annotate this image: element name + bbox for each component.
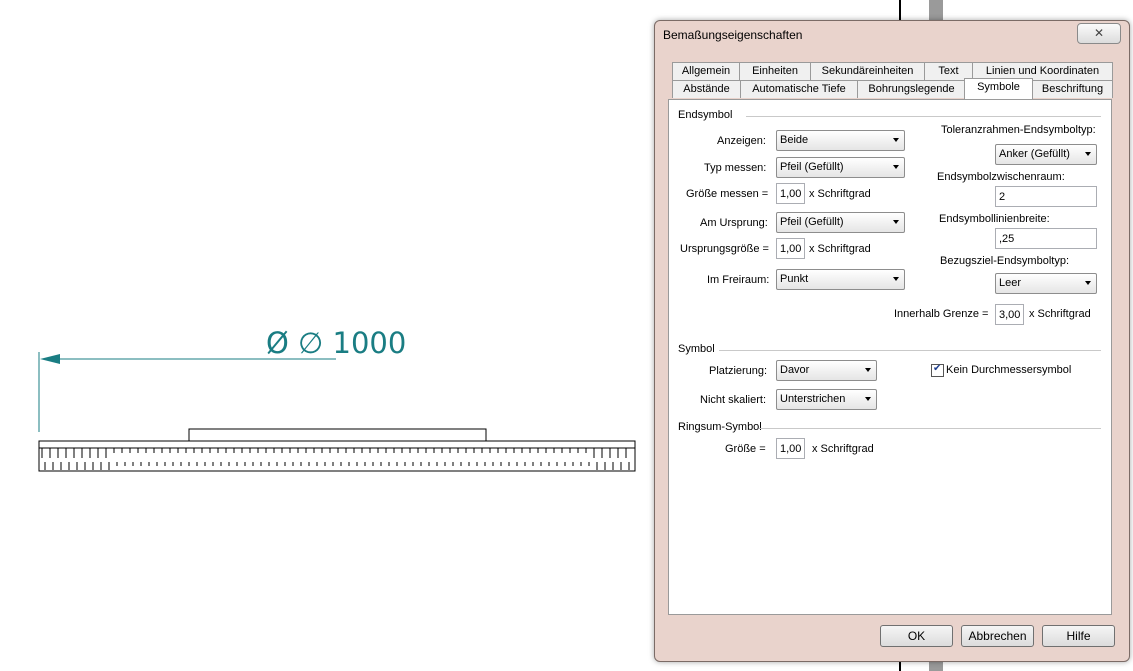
symbole-panel: Endsymbol Anzeigen: Beide Typ messen: Pf… xyxy=(668,99,1112,615)
innerhalb-grenze-value: 3,00 xyxy=(999,309,1021,321)
innerhalb-grenze-unit: x Schriftgrad xyxy=(1029,308,1091,320)
checkmark-icon: ✔ xyxy=(933,363,942,374)
tab-beschriftung[interactable]: Beschriftung xyxy=(1032,80,1113,98)
group-endsymbol-label: Endsymbol xyxy=(678,109,733,121)
tab-automatische-tiefe[interactable]: Automatische Tiefe xyxy=(740,80,858,98)
ursprungsgroesse-value: 1,00 xyxy=(780,243,802,255)
linienbreite-input[interactable]: ,25 xyxy=(995,228,1097,249)
toleranzrahmen-label: Toleranzrahmen-Endsymboltyp: xyxy=(941,124,1096,136)
anzeigen-value: Beide xyxy=(780,134,809,146)
toleranzrahmen-value: Anker (Gefüllt) xyxy=(999,148,1070,160)
group-symbol-label: Symbol xyxy=(678,343,715,355)
part-ticks xyxy=(41,448,630,470)
dialog-title: Bemaßungseigenschaften xyxy=(663,28,803,42)
ringsum-groesse-label: Größe = xyxy=(725,443,766,455)
chevron-down-icon xyxy=(865,397,871,401)
typ-messen-label: Typ messen: xyxy=(704,162,767,174)
am-ursprung-label: Am Ursprung: xyxy=(700,217,768,229)
ringsum-groesse-input[interactable]: 1,00 xyxy=(776,438,805,459)
chevron-down-icon xyxy=(893,138,899,142)
chevron-down-icon xyxy=(893,277,899,281)
bezugsziel-select[interactable]: Leer xyxy=(995,273,1097,294)
groesse-messen-label: Größe messen = xyxy=(686,188,769,200)
zwischenraum-value: 2 xyxy=(999,191,1006,203)
arrow-head xyxy=(40,354,60,364)
part-outline xyxy=(38,440,636,472)
group-ringsum-separator xyxy=(759,428,1101,429)
linienbreite-label: Endsymbollinienbreite: xyxy=(939,213,1050,225)
typ-messen-select[interactable]: Pfeil (Gefüllt) xyxy=(776,157,905,178)
tab-bohrungslegende[interactable]: Bohrungslegende xyxy=(857,80,966,98)
nicht-skaliert-select[interactable]: Unterstrichen xyxy=(776,389,877,410)
chevron-down-icon xyxy=(1085,281,1091,285)
platzierung-select[interactable]: Davor xyxy=(776,360,877,381)
nicht-skaliert-label: Nicht skaliert: xyxy=(700,394,767,406)
groesse-messen-input[interactable]: 1,00 xyxy=(776,183,805,204)
help-button[interactable]: Hilfe xyxy=(1042,625,1115,647)
ringsum-groesse-value: 1,00 xyxy=(780,443,802,455)
im-freiraum-label: Im Freiraum: xyxy=(707,274,770,286)
group-ringsum-label: Ringsum-Symbol xyxy=(678,421,762,433)
properties-dialog: Bemaßungseigenschaften ✕ Allgemein Einhe… xyxy=(654,20,1130,662)
tab-sekundaereinheiten[interactable]: Sekundäreinheiten xyxy=(810,62,925,80)
ursprungsgroesse-unit: x Schriftgrad xyxy=(809,243,871,255)
ringsum-groesse-unit: x Schriftgrad xyxy=(812,443,874,455)
groesse-messen-unit: x Schriftgrad xyxy=(809,188,871,200)
chevron-down-icon xyxy=(893,220,899,224)
tab-einheiten[interactable]: Einheiten xyxy=(739,62,811,80)
groesse-messen-value: 1,00 xyxy=(780,188,802,200)
chevron-down-icon xyxy=(1085,152,1091,156)
drawing-canvas[interactable]: Ø ∅ 1000 xyxy=(0,0,650,671)
im-freiraum-value: Punkt xyxy=(780,273,809,285)
background-line xyxy=(899,0,901,22)
platzierung-label: Platzierung: xyxy=(709,365,768,377)
bezugsziel-value: Leer xyxy=(999,277,1022,289)
cancel-button[interactable]: Abbrechen xyxy=(961,625,1034,647)
tab-symbole[interactable]: Symbole xyxy=(964,78,1033,99)
ursprungsgroesse-label: Ursprungsgröße = xyxy=(680,243,769,255)
close-button[interactable]: ✕ xyxy=(1077,23,1121,44)
group-symbol-separator xyxy=(719,350,1101,351)
anzeigen-label: Anzeigen: xyxy=(717,135,766,147)
background-bar xyxy=(929,0,943,22)
chevron-down-icon xyxy=(865,368,871,372)
tab-allgemein[interactable]: Allgemein xyxy=(672,62,740,80)
ursprungsgroesse-input[interactable]: 1,00 xyxy=(776,238,805,259)
chevron-down-icon xyxy=(893,165,899,169)
zwischenraum-label: Endsymbolzwischenraum: xyxy=(937,171,1065,183)
tab-abstaende[interactable]: Abstände xyxy=(672,80,741,98)
innerhalb-grenze-input[interactable]: 3,00 xyxy=(995,304,1024,325)
zwischenraum-input[interactable]: 2 xyxy=(995,186,1097,207)
anzeigen-select[interactable]: Beide xyxy=(776,130,905,151)
ok-button[interactable]: OK xyxy=(880,625,953,647)
innerhalb-grenze-label: Innerhalb Grenze = xyxy=(894,308,989,320)
am-ursprung-select[interactable]: Pfeil (Gefüllt) xyxy=(776,212,905,233)
im-freiraum-select[interactable]: Punkt xyxy=(776,269,905,290)
part-step xyxy=(188,428,487,442)
dimension-text[interactable]: Ø ∅ 1000 xyxy=(266,326,406,360)
kein-durchmessersymbol-label[interactable]: Kein Durchmessersymbol xyxy=(946,364,1071,376)
group-endsymbol-separator xyxy=(746,116,1101,117)
nicht-skaliert-value: Unterstrichen xyxy=(780,393,846,405)
am-ursprung-value: Pfeil (Gefüllt) xyxy=(780,216,844,228)
linienbreite-value: ,25 xyxy=(999,233,1015,245)
bezugsziel-label: Bezugsziel-Endsymboltyp: xyxy=(940,255,1070,267)
platzierung-value: Davor xyxy=(780,364,810,376)
kein-durchmessersymbol-checkbox[interactable]: ✔ xyxy=(931,363,944,377)
toleranzrahmen-select[interactable]: Anker (Gefüllt) xyxy=(995,144,1097,165)
typ-messen-value: Pfeil (Gefüllt) xyxy=(780,161,844,173)
